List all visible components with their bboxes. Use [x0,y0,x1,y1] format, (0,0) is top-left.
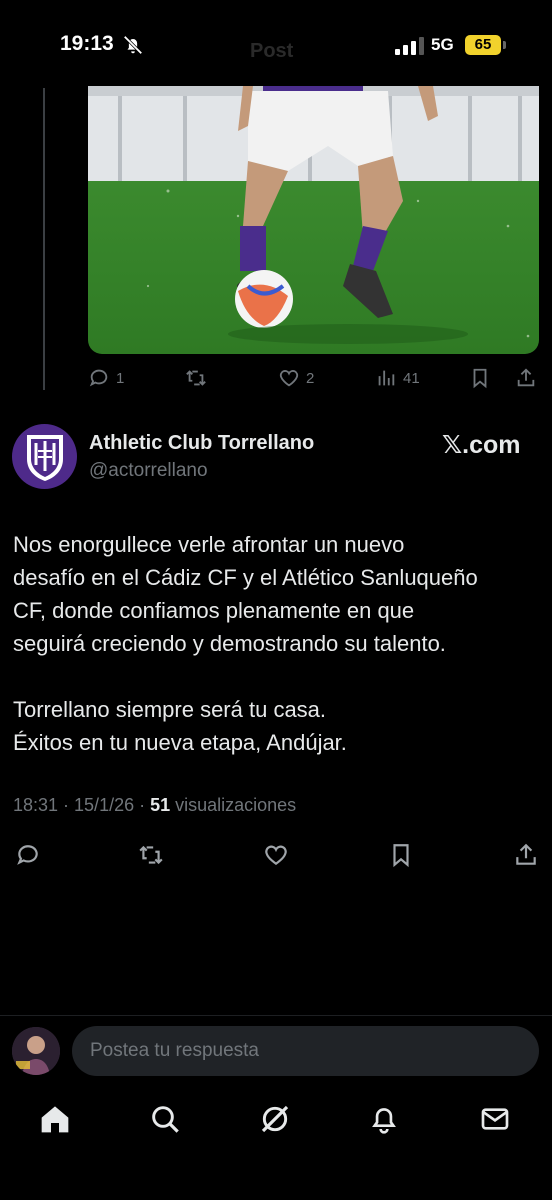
battery-tip [503,41,506,49]
home-icon[interactable] [39,1103,71,1135]
views-count: 41 [403,369,420,387]
grok-icon[interactable] [259,1103,291,1135]
previous-post-actions: 1 2 41 [88,364,548,392]
reply-divider [0,1015,552,1016]
status-bar: 19:13 Post 5G 65 [0,0,552,90]
post-text: Nos enorgullece verle afrontar un nuevo … [13,528,533,759]
heart-icon [265,845,287,865]
user-avatar-image [12,1027,60,1075]
author-name[interactable]: Athletic Club Torrellano [89,432,314,455]
heart-icon [279,370,299,387]
messages-icon[interactable] [479,1103,511,1135]
bookmark-icon [473,368,487,389]
post-text-line: CF, donde confiamos plenamente en que [13,598,415,623]
like-count: 2 [306,369,315,387]
reply-icon [17,845,38,865]
bell-off-icon [123,35,143,55]
post-media-image[interactable] [88,86,539,354]
share-icon [517,368,535,387]
post-text-line: seguirá creciendo y demostrando su talen… [13,631,446,656]
club-avatar[interactable] [12,424,77,489]
search-icon[interactable] [149,1103,181,1135]
x-com-badge: 𝕏.com [442,431,521,459]
battery-level: 65 [465,35,501,55]
thread-connector-line [43,88,45,390]
views-action[interactable]: 41 [375,364,420,392]
bookmark-action[interactable] [469,364,491,392]
reply-input[interactable]: Postea tu respuesta [72,1026,539,1076]
share-action[interactable] [515,364,537,392]
post-views-label: visualizaciones [170,795,297,815]
faded-header-title: Post [250,40,294,62]
bookmark-icon [393,844,409,868]
reply-placeholder: Postea tu respuesta [90,1040,259,1061]
network-type: 5G [431,35,454,54]
post-text-line: Éxitos en tu nueva etapa, Andújar. [13,730,347,755]
post-text-line: Nos enorgullece verle afrontar un nuevo [13,532,405,557]
soccer-photo [88,86,539,354]
repost-button[interactable] [136,840,166,870]
post-actions [0,840,552,872]
bookmark-button[interactable] [386,840,416,870]
author-handle[interactable]: @actorrellano [89,460,208,482]
bottom-navigation [0,1095,552,1145]
post-meta: 18:31 · 15/1/26 · 51 visualizaciones [13,795,296,816]
share-icon [516,843,536,865]
club-crest-icon [26,434,63,481]
notifications-icon[interactable] [368,1103,400,1135]
user-avatar[interactable] [12,1027,60,1075]
repost-action[interactable] [185,364,207,392]
post-timestamp[interactable]: 18:31 · 15/1/26 · [13,795,150,815]
reply-button[interactable] [13,840,43,870]
reply-action[interactable]: 1 [88,364,124,392]
like-action[interactable]: 2 [278,364,314,392]
share-button[interactable] [511,840,541,870]
post-views-count: 51 [150,795,171,815]
repost-icon [139,845,163,865]
views-icon [378,370,395,386]
post-text-line: desafío en el Cádiz CF y el Atlético San… [13,565,478,590]
reply-count: 1 [116,369,125,387]
post-text-line: Torrellano siempre será tu casa. [13,697,327,722]
like-button[interactable] [261,840,291,870]
signal-icon [395,37,424,55]
status-time: 19:13 [60,32,114,55]
reply-icon [89,369,108,387]
repost-icon [186,370,206,386]
